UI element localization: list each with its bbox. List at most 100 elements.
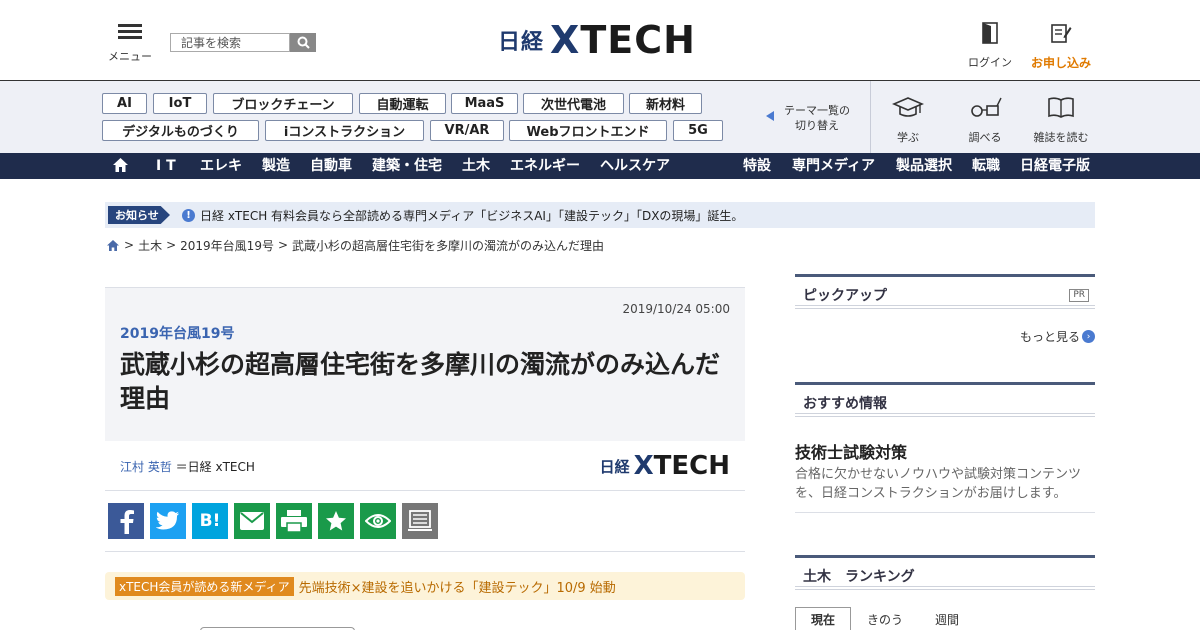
logo-nikkei: 日経 [498, 30, 545, 55]
breadcrumb-current: 武蔵小杉の超高層住宅街を多摩川の濁流がのみ込んだ理由 [292, 238, 605, 253]
theme-tag[interactable]: Webフロントエンド [509, 120, 667, 141]
pickup-header: ピックアップ PR [795, 274, 1095, 309]
divider [105, 551, 745, 552]
nav-item-manufacturing[interactable]: 製造 [262, 153, 290, 179]
hatena-icon: B! [199, 511, 221, 531]
theme-tag[interactable]: AI [102, 93, 147, 114]
breadcrumb-item[interactable]: 2019年台風19号 [180, 237, 274, 254]
facebook-share-button[interactable] [108, 503, 144, 539]
author-name[interactable]: 江村 英哲 [120, 460, 172, 474]
nav-item-healthcare[interactable]: ヘルスケア [600, 153, 670, 179]
tab-weekly[interactable]: 週間 [919, 607, 975, 630]
theme-tag[interactable]: IoT [153, 93, 207, 114]
ranking-header: 土木 ランキング [795, 555, 1095, 590]
site-logo[interactable]: 日経 XTECH [498, 18, 696, 62]
theme-tag[interactable]: MaaS [451, 93, 518, 114]
nav-item-energy[interactable]: エネルギー [510, 153, 580, 179]
breadcrumb-item[interactable]: 土木 [138, 237, 162, 254]
hatena-bookmark-button[interactable]: B! [192, 503, 228, 539]
search-input[interactable] [170, 33, 290, 52]
hamburger-icon [118, 24, 142, 40]
clip-button[interactable] [318, 503, 354, 539]
theme-tag[interactable]: iコンストラクション [265, 120, 424, 141]
login-label: ログイン [968, 56, 1012, 69]
more-link[interactable]: もっと見る › [1020, 328, 1095, 345]
theme-tag[interactable]: 次世代電池 [523, 93, 624, 114]
theme-tag[interactable]: デジタルものづくり [102, 120, 259, 141]
mail-share-button[interactable] [234, 503, 270, 539]
recommend-header: おすすめ情報 [795, 382, 1095, 417]
signup-label: お申し込み [1030, 56, 1091, 70]
logo-xtech: XTECH [550, 18, 696, 62]
article-byline: 江村 英哲 ＝日経 xTECH 日経 XTECH [105, 441, 745, 491]
publisher-logo: 日経 XTECH [599, 451, 730, 481]
home-icon [113, 158, 128, 172]
theme-tag[interactable]: 自動運転 [359, 93, 446, 114]
promo-text[interactable]: 先端技術×建設を追いかける「建設テック」10/9 始動 [299, 577, 616, 596]
notice-bar[interactable]: お知らせ ! 日経 xTECH 有料会員なら全部読める専門メディア「ビジネスAI… [105, 202, 1095, 228]
notice-text[interactable]: 日経 xTECH 有料会員なら全部読める専門メディア「ビジネスAI」「建設テック… [200, 207, 743, 224]
recommend-item-desc[interactable]: 合格に欠かせないノウハウや試験対策コンテンツを、日経コンストラクションがお届けし… [795, 465, 1095, 503]
search-button[interactable] [290, 33, 316, 52]
menu-button[interactable]: メニュー [108, 24, 152, 64]
theme-tag[interactable]: 5G [673, 120, 723, 141]
theme-tag[interactable]: 新材料 [629, 93, 702, 114]
recommend-section: おすすめ情報 技術士試験対策 合格に欠かせないノウハウや試験対策コンテンツを、日… [795, 382, 1095, 522]
tab-yesterday[interactable]: きのう [857, 607, 913, 630]
search-box [170, 33, 316, 52]
article-date: 2019/10/24 05:00 [622, 302, 730, 316]
info-icon: ! [182, 208, 195, 222]
more-label: もっと見る [1019, 330, 1080, 344]
nav-item-jobs[interactable]: 転職 [972, 153, 1000, 179]
share-buttons: B! [108, 503, 444, 539]
glasses-icon [971, 97, 1002, 117]
ranking-section: 土木 ランキング 現在 きのう 週間 [795, 555, 1095, 630]
nav-item-products[interactable]: 製品選択 [896, 153, 952, 179]
star-icon [326, 511, 346, 531]
nav-item-auto[interactable]: 自動車 [310, 153, 352, 179]
facebook-icon [120, 510, 134, 534]
notice-badge: お知らせ [108, 206, 170, 224]
quick-link-magazine[interactable]: 雑誌を読む [1021, 95, 1101, 145]
ranking-tabs: 現在 きのう 週間 [795, 607, 981, 630]
nav-item-it[interactable]: I T [156, 153, 176, 179]
pickup-section: ピックアップ PR もっと見る › [795, 274, 1095, 354]
recommend-item-title[interactable]: 技術士試験対策 [795, 439, 907, 463]
quick-link-learn[interactable]: 学ぶ [868, 95, 948, 145]
article-kicker[interactable]: 2019年台風19号 [120, 323, 234, 343]
printer-icon [281, 510, 307, 532]
home-icon[interactable] [106, 239, 120, 252]
graduation-cap-icon [891, 97, 925, 117]
tab-now[interactable]: 現在 [795, 607, 851, 630]
divider [795, 512, 1095, 513]
notepad-icon [408, 510, 432, 531]
site-header: メニュー 日経 XTECH ログイン お申し込み [0, 0, 1200, 81]
recommend-title: おすすめ情報 [803, 396, 887, 412]
print-button[interactable] [276, 503, 312, 539]
nav-item-civil[interactable]: 土木 [462, 153, 490, 179]
promo-banner[interactable]: xTECH会員が読める新メディア 先端技術×建設を追いかける「建設テック」10/… [105, 572, 745, 600]
theme-tag[interactable]: ブロックチェーン [213, 93, 353, 114]
home-nav-link[interactable] [112, 153, 129, 179]
chevron-right-icon: › [1082, 330, 1095, 343]
watch-button[interactable] [360, 503, 396, 539]
quick-link-label: 学ぶ [897, 131, 919, 144]
nav-item-nikkei[interactable]: 日経電子版 [1020, 153, 1090, 179]
quick-link-search[interactable]: 調べる [945, 95, 1025, 145]
ranking-title: 土木 ランキング [803, 569, 915, 585]
eye-icon [365, 514, 391, 528]
memo-button[interactable] [402, 503, 438, 539]
quick-link-label: 雑誌を読む [1033, 131, 1089, 144]
pr-badge: PR [1069, 289, 1089, 302]
theme-switch-button[interactable]: テーマ一覧の 切り替え [766, 103, 854, 133]
nav-item-elec[interactable]: エレキ [200, 153, 242, 179]
nav-item-media[interactable]: 専門メディア [792, 153, 875, 179]
nav-item-architecture[interactable]: 建築・住宅 [372, 153, 442, 179]
nav-item-special[interactable]: 特設 [743, 153, 771, 179]
triangle-left-icon [766, 111, 774, 121]
login-button[interactable]: ログイン [964, 22, 1016, 70]
theme-tag[interactable]: VR/AR [430, 120, 504, 141]
author-info: 江村 英哲 ＝日経 xTECH [120, 458, 255, 475]
signup-button[interactable]: お申し込み [1026, 22, 1096, 71]
twitter-share-button[interactable] [150, 503, 186, 539]
